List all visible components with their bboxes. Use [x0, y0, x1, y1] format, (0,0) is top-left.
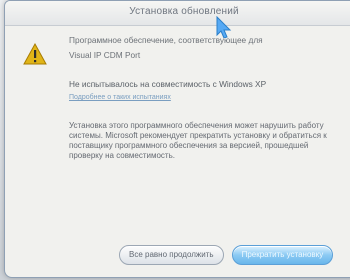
device-line: Visual IP CDM Port — [69, 50, 141, 60]
dialog-buttons: Все равно продолжить Прекратить установк… — [119, 245, 334, 265]
dialog-message: Программное обеспечение, соответствующее… — [69, 35, 350, 161]
dialog-title: Установка обновлений — [129, 6, 239, 17]
dialog-titlebar[interactable]: Установка обновлений — [5, 1, 350, 26]
compatibility-status: Не испытывалось на совместимость с Windo… — [69, 79, 267, 89]
warning-paragraph: Установка этого программного обеспечения… — [69, 121, 327, 160]
software-line: Программное обеспечение, соответствующее… — [69, 35, 263, 45]
warning-icon — [23, 43, 47, 65]
compatibility-info-link[interactable]: Подробнее о таких испытаниях — [69, 92, 171, 103]
continue-anyway-button[interactable]: Все равно продолжить — [119, 245, 224, 265]
stop-installation-button[interactable]: Прекратить установку — [231, 245, 334, 265]
installation-warning-dialog: Установка обновлений Программное обеспеч… — [4, 0, 350, 278]
